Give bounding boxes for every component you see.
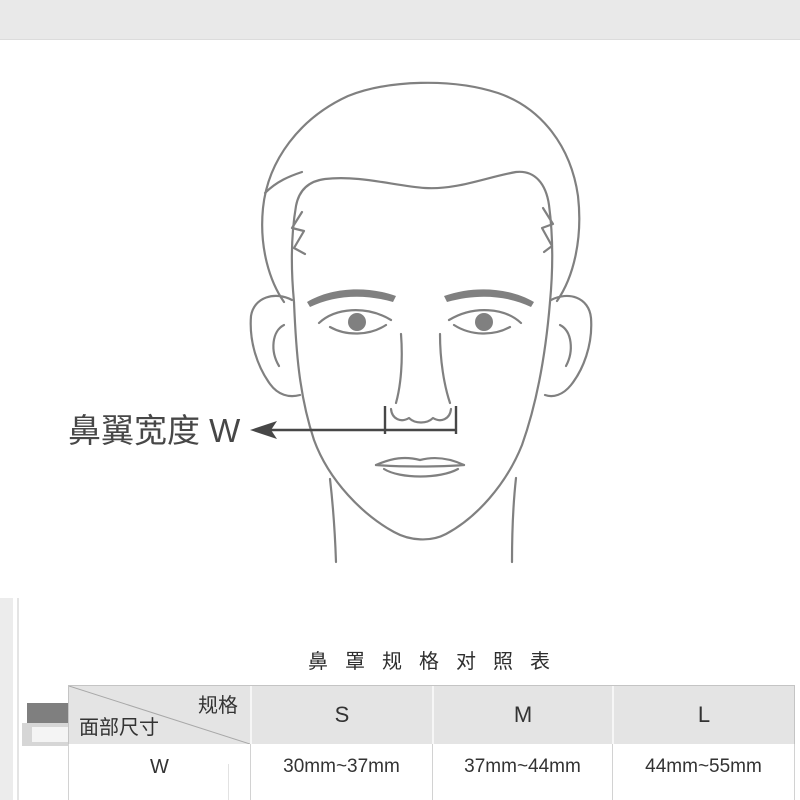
- size-range-value: 44mm~55mm: [645, 756, 762, 777]
- column-label: M: [513, 702, 533, 727]
- value-cell-l: 44mm~55mm: [612, 744, 794, 800]
- hairline: [290, 170, 554, 304]
- nose-width-label: 鼻翼宽度 W: [68, 412, 241, 449]
- right-ear: [543, 294, 593, 398]
- left-eye: [317, 309, 393, 335]
- left-ear: [249, 294, 302, 398]
- left-edge-line: [17, 598, 19, 800]
- right-pupil: [475, 313, 493, 331]
- neck-left-line: [328, 477, 338, 564]
- side-tab-dark-block: [27, 703, 68, 723]
- column-header-l: L: [612, 686, 794, 744]
- row-label: W: [150, 755, 169, 778]
- left-edge-strip: [0, 598, 13, 800]
- left-pupil: [348, 313, 366, 331]
- lip-line: [374, 463, 466, 468]
- neck-right-line: [510, 476, 518, 564]
- column-label: S: [334, 702, 350, 727]
- measurement-bracket: [383, 406, 458, 434]
- nose-bridge-left: [394, 332, 403, 405]
- nose-tip: [389, 407, 453, 424]
- row-label-cell: W: [69, 744, 250, 800]
- faint-divider-mark: [228, 764, 229, 800]
- face-illustration: [249, 81, 593, 564]
- table-title: 鼻罩规格对照表: [308, 651, 567, 673]
- size-range-value: 30mm~37mm: [283, 756, 400, 777]
- hair-outline: [261, 81, 581, 304]
- right-ear-inner: [558, 323, 572, 368]
- column-label: L: [697, 702, 711, 727]
- table-header-row: 规格 面部尺寸 S M L: [68, 685, 795, 745]
- side-tab-inner-block: [32, 727, 68, 742]
- value-cell-m: 37mm~44mm: [432, 744, 612, 800]
- value-cell-s: 30mm~37mm: [250, 744, 432, 800]
- head-hair: [261, 81, 581, 304]
- left-eyebrow: [307, 289, 396, 307]
- size-range-value: 37mm~44mm: [464, 756, 581, 777]
- column-header-s: S: [250, 686, 432, 744]
- table-row: W 30mm~37mm 37mm~44mm 44mm~55mm: [68, 744, 795, 800]
- right-eye: [447, 309, 523, 335]
- upper-lip: [374, 456, 466, 467]
- spec-header-label: 规格: [198, 695, 238, 717]
- column-header-m: M: [432, 686, 612, 744]
- mouth: [374, 456, 466, 478]
- nose-bridge-right: [438, 332, 452, 405]
- right-eyebrow: [444, 289, 534, 307]
- dimension-header-label: 面部尺寸: [79, 717, 159, 739]
- nose: [389, 332, 453, 424]
- lower-lip: [382, 467, 460, 478]
- corner-header-cell: 规格 面部尺寸: [69, 686, 250, 744]
- left-ear-inner: [272, 323, 286, 368]
